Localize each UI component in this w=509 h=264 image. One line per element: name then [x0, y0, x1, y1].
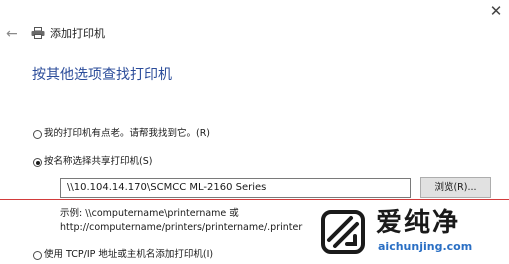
- back-button[interactable]: ←: [6, 26, 22, 42]
- example-text-line2: http://computername/printers/printername…: [60, 222, 303, 233]
- close-icon: ✕: [489, 2, 503, 20]
- share-name-input[interactable]: \\10.104.14.170\SCMCC ML-2160 Series: [60, 178, 411, 198]
- printer-icon: [31, 27, 45, 39]
- red-divider: [0, 199, 509, 200]
- page-heading: 按其他选项查找打印机: [32, 67, 172, 83]
- watermark-logo: [321, 210, 365, 254]
- option-tcp-ip-label[interactable]: 使用 TCP/IP 地址或主机名添加打印机(I): [44, 249, 213, 261]
- browse-button[interactable]: 浏览(R)...: [420, 177, 491, 198]
- radio-share-name[interactable]: [33, 158, 42, 167]
- radio-old-printer[interactable]: [33, 130, 42, 139]
- example-text-line1: 示例: \\computername\printername 或: [60, 208, 239, 219]
- watermark-url: aichunjing.com: [378, 240, 473, 253]
- radio-tcp-ip[interactable]: [33, 251, 42, 260]
- back-arrow-icon: ←: [6, 26, 18, 42]
- window-title: 添加打印机: [50, 27, 105, 40]
- option-share-name-label[interactable]: 按名称选择共享打印机(S): [44, 156, 152, 168]
- close-button[interactable]: ✕: [486, 1, 506, 21]
- option-old-printer-label[interactable]: 我的打印机有点老。请帮我找到它。(R): [44, 128, 210, 140]
- watermark-brand: 爱纯净: [376, 208, 461, 238]
